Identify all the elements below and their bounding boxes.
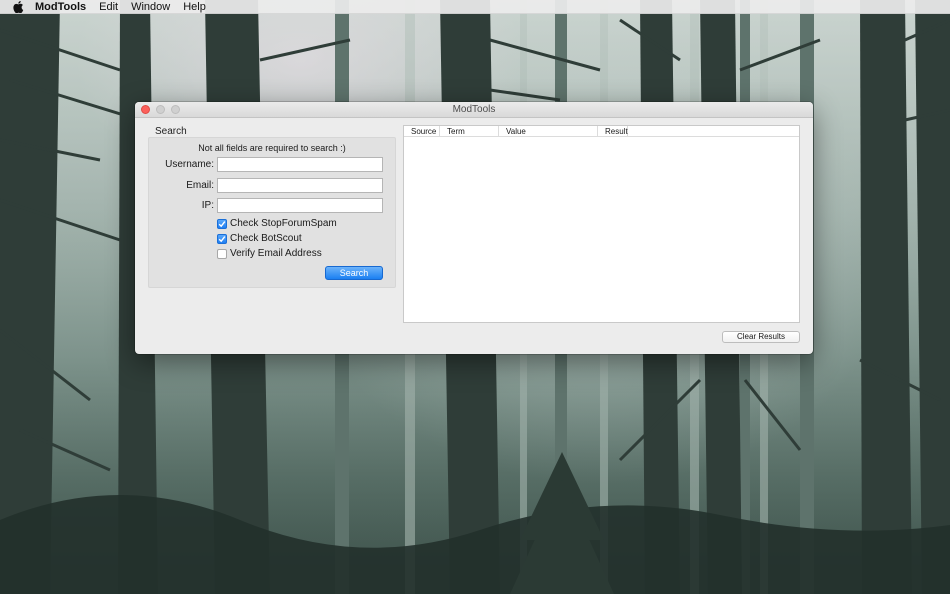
stopforumspam-checkbox[interactable] xyxy=(217,218,227,229)
verify-email-checkbox-row[interactable]: Verify Email Address xyxy=(217,248,322,259)
results-table[interactable]: Source Term Value Result xyxy=(403,125,800,323)
window-title: ModTools xyxy=(452,104,496,115)
column-header-result[interactable]: Result xyxy=(598,126,628,136)
menu-help[interactable]: Help xyxy=(183,0,206,14)
search-hint: Not all fields are required to search :) xyxy=(198,143,346,153)
search-group: Not all fields are required to search :)… xyxy=(148,137,396,288)
botscout-checkbox[interactable] xyxy=(217,233,227,244)
email-label: Email: xyxy=(186,180,214,191)
close-window-button[interactable] xyxy=(141,105,150,114)
column-header-source[interactable]: Source xyxy=(404,126,440,136)
search-group-label: Search xyxy=(155,126,187,137)
botscout-label: Check BotScout xyxy=(230,233,302,244)
ip-label: IP: xyxy=(201,200,214,211)
minimize-window-button[interactable] xyxy=(156,105,165,114)
stopforumspam-label: Check StopForumSpam xyxy=(230,218,337,229)
email-field[interactable] xyxy=(217,178,383,193)
results-table-header: Source Term Value Result xyxy=(404,126,799,137)
username-label: Username: xyxy=(165,159,214,170)
window-titlebar[interactable]: ModTools xyxy=(135,102,813,118)
traffic-lights xyxy=(141,105,180,114)
username-field[interactable] xyxy=(217,157,383,172)
botscout-checkbox-row[interactable]: Check BotScout xyxy=(217,233,302,244)
search-button[interactable]: Search xyxy=(325,266,383,280)
stopforumspam-checkbox-row[interactable]: Check StopForumSpam xyxy=(217,218,337,229)
apple-logo-icon[interactable] xyxy=(12,0,24,13)
verify-email-checkbox[interactable] xyxy=(217,248,227,259)
menu-app-name[interactable]: ModTools xyxy=(35,0,86,14)
column-header-value[interactable]: Value xyxy=(499,126,598,136)
menu-window[interactable]: Window xyxy=(131,0,170,14)
ip-field[interactable] xyxy=(217,198,383,213)
menu-bar: ModTools Edit Window Help xyxy=(0,0,950,14)
checkmark-icon xyxy=(218,235,226,242)
zoom-window-button[interactable] xyxy=(171,105,180,114)
column-header-term[interactable]: Term xyxy=(440,126,499,136)
verify-email-label: Verify Email Address xyxy=(230,248,322,259)
results-table-body xyxy=(404,137,799,323)
menu-edit[interactable]: Edit xyxy=(99,0,118,14)
checkmark-icon xyxy=(218,220,226,227)
column-header-filler xyxy=(628,126,799,136)
modtools-window: ModTools Search Not all fields are requi… xyxy=(135,102,813,354)
clear-results-button[interactable]: Clear Results xyxy=(722,331,800,343)
